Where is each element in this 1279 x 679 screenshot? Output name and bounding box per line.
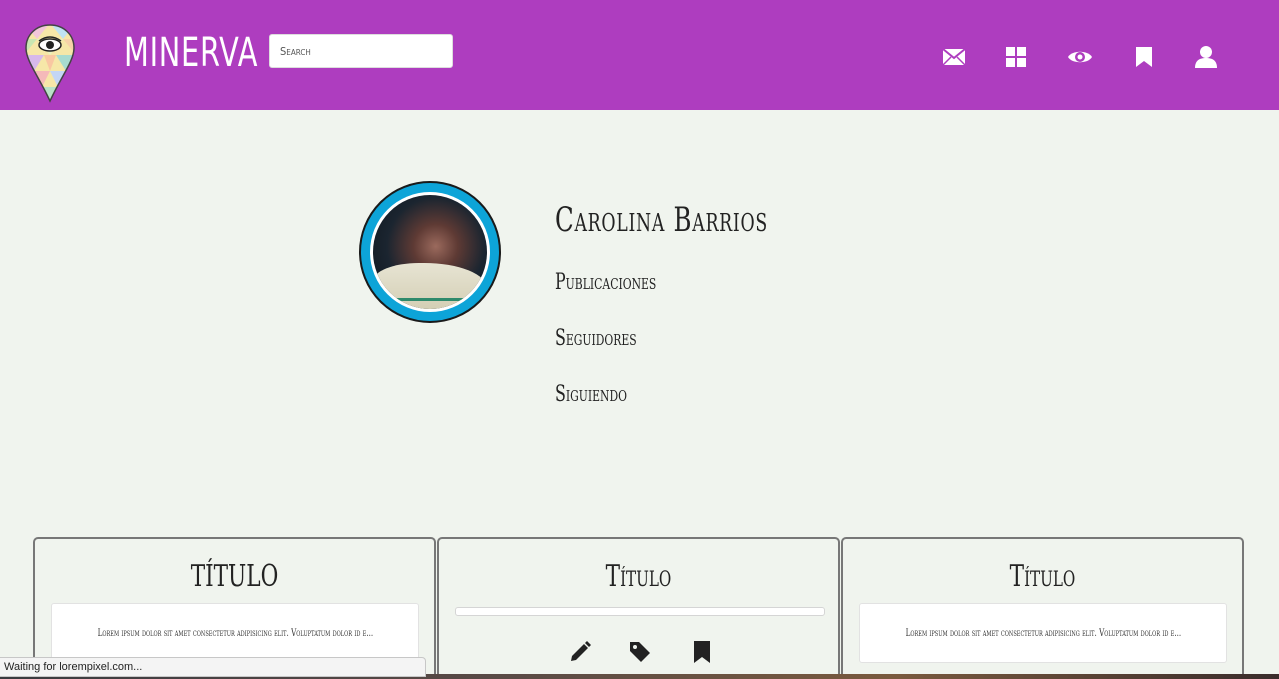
card-image-placeholder <box>455 607 825 616</box>
search-input[interactable] <box>269 34 453 68</box>
eye-icon[interactable] <box>1067 44 1093 70</box>
logo-icon[interactable] <box>24 23 76 103</box>
card-text: Lorem ipsum dolor sit amet consectetur a… <box>97 627 373 639</box>
bookmark-icon[interactable] <box>689 639 715 665</box>
tag-icon[interactable] <box>627 639 653 665</box>
card-text: Lorem ipsum dolor sit amet consectetur a… <box>905 627 1181 639</box>
stat-seguidores[interactable]: Seguidores <box>555 326 637 351</box>
top-navbar: MINERVA <box>0 0 1279 110</box>
post-card[interactable]: Título Lorem ipsum dolor sit amet consec… <box>841 537 1244 679</box>
stat-publicaciones[interactable]: Publicaciones <box>555 270 656 295</box>
avatar[interactable] <box>359 181 501 323</box>
card-excerpt: Lorem ipsum dolor sit amet consectetur a… <box>51 603 419 663</box>
pencil-icon[interactable] <box>567 639 593 665</box>
card-title: Título <box>605 559 672 594</box>
status-bar: Waiting for lorempixel.com... <box>0 657 426 677</box>
user-icon[interactable] <box>1193 44 1219 70</box>
avatar-photo <box>373 195 487 309</box>
brand-name[interactable]: MINERVA <box>124 30 258 76</box>
card-actions <box>439 639 838 665</box>
card-title: TÍTULO <box>190 559 279 594</box>
post-card[interactable]: Título <box>437 537 840 679</box>
envelope-icon[interactable] <box>941 44 967 70</box>
bookmark-icon[interactable] <box>1131 44 1157 70</box>
avatar-frame <box>370 192 490 312</box>
profile-name: Carolina Barrios <box>555 200 768 240</box>
stat-siguiendo[interactable]: Siguiendo <box>555 382 627 407</box>
grid-icon[interactable] <box>1003 44 1029 70</box>
card-title: Título <box>1009 559 1076 594</box>
card-excerpt: Lorem ipsum dolor sit amet consectetur a… <box>859 603 1227 663</box>
